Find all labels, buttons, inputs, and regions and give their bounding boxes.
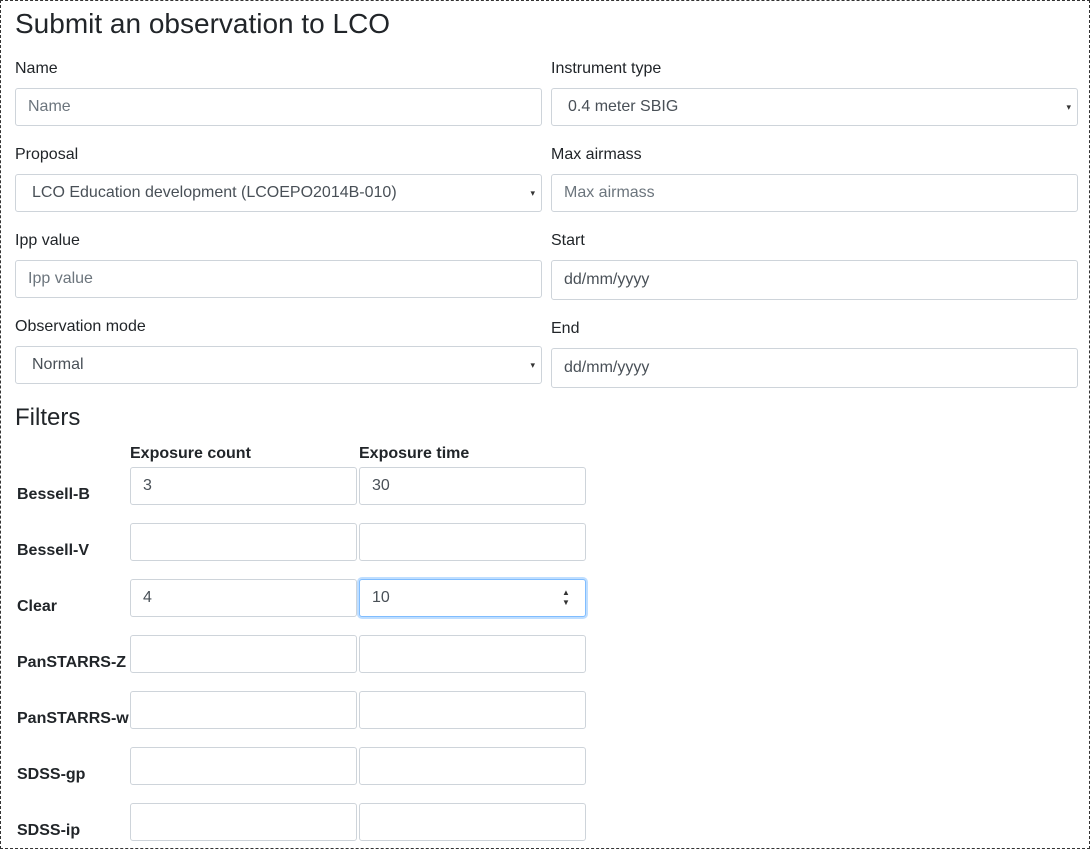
- exposure-time-input[interactable]: [359, 803, 586, 841]
- number-spinner[interactable]: ▲ ▼: [561, 588, 571, 608]
- exposure-count-input[interactable]: [130, 747, 357, 785]
- observation-mode-select[interactable]: Normal ▾: [15, 346, 542, 384]
- proposal-select[interactable]: LCO Education development (LCOEPO2014B-0…: [15, 174, 542, 212]
- observation-mode-selected-value: Normal: [32, 356, 84, 373]
- chevron-down-icon: ▾: [530, 360, 535, 370]
- start-date-input[interactable]: dd/mm/yyyy: [551, 260, 1078, 300]
- filters-heading: Filters: [15, 404, 81, 431]
- filter-name-bessell-v: Bessell-V: [17, 542, 90, 559]
- exposure-count-header: Exposure count: [130, 445, 251, 462]
- exposure-time-input[interactable]: [359, 747, 586, 785]
- instrument-type-label: Instrument type: [551, 60, 662, 77]
- name-input[interactable]: Name: [15, 88, 542, 126]
- chevron-down-icon: ▾: [530, 188, 535, 198]
- exposure-count-input[interactable]: [130, 635, 357, 673]
- filter-name-bessell-b: Bessell-B: [17, 486, 90, 503]
- exposure-count-input[interactable]: [130, 691, 357, 729]
- exposure-time-input[interactable]: [359, 691, 586, 729]
- chevron-down-icon: ▾: [1066, 102, 1071, 112]
- filter-name-panstarrs-z: PanSTARRS-Z: [17, 654, 127, 671]
- exposure-time-header: Exposure time: [359, 445, 470, 462]
- filter-name-clear: Clear: [17, 598, 58, 615]
- ipp-value-label: Ipp value: [15, 232, 80, 249]
- exposure-count-input[interactable]: [130, 803, 357, 841]
- exposure-time-value: 10: [372, 589, 390, 606]
- exposure-time-input[interactable]: [359, 635, 586, 673]
- name-label: Name: [15, 60, 58, 77]
- proposal-selected-value: LCO Education development (LCOEPO2014B-0…: [32, 184, 397, 201]
- max-airmass-label: Max airmass: [551, 146, 642, 163]
- ipp-value-input[interactable]: Ipp value: [15, 260, 542, 298]
- spin-down-icon[interactable]: ▼: [561, 598, 571, 608]
- spin-up-icon[interactable]: ▲: [561, 588, 571, 598]
- instrument-type-select[interactable]: 0.4 meter SBIG ▾: [551, 88, 1078, 126]
- instrument-type-selected-value: 0.4 meter SBIG: [568, 98, 679, 115]
- observation-form-container: Submit an observation to LCO Name Name P…: [0, 0, 1090, 849]
- filter-name-panstarrs-w: PanSTARRS-w: [17, 710, 129, 727]
- proposal-label: Proposal: [15, 146, 79, 163]
- end-date-input[interactable]: dd/mm/yyyy: [551, 348, 1078, 388]
- start-label: Start: [551, 232, 585, 249]
- exposure-count-input[interactable]: 3: [130, 467, 357, 505]
- end-label: End: [551, 320, 580, 337]
- filter-name-sdss-gp: SDSS-gp: [17, 766, 86, 783]
- observation-mode-label: Observation mode: [15, 318, 146, 335]
- page-title: Submit an observation to LCO: [15, 8, 391, 39]
- exposure-time-input[interactable]: 30: [359, 467, 586, 505]
- exposure-count-input[interactable]: 4: [130, 579, 357, 617]
- exposure-time-input-focused[interactable]: 10 ▲ ▼: [359, 579, 586, 617]
- exposure-time-input[interactable]: [359, 523, 586, 561]
- filter-name-sdss-ip: SDSS-ip: [17, 822, 81, 839]
- exposure-count-input[interactable]: [130, 523, 357, 561]
- max-airmass-input[interactable]: Max airmass: [551, 174, 1078, 212]
